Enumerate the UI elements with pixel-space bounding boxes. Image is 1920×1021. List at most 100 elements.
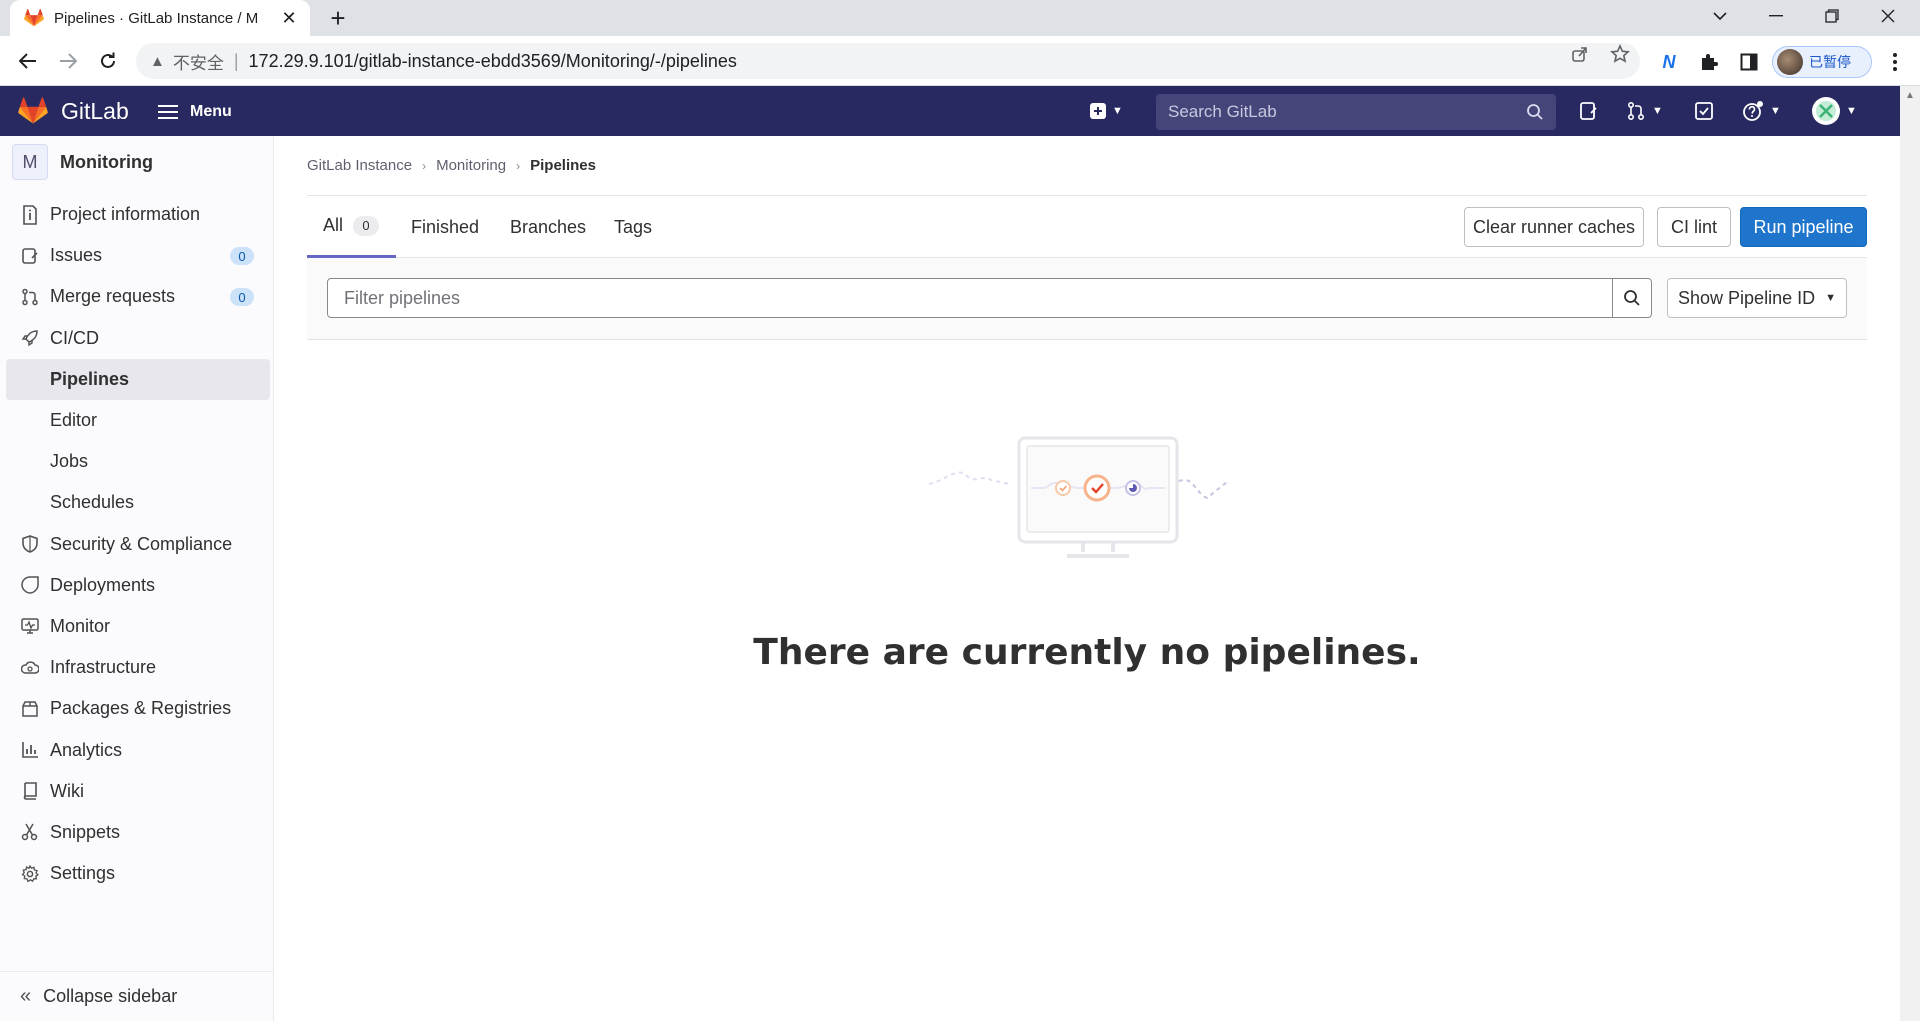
browser-menu-icon[interactable] — [1882, 49, 1908, 75]
help-nav-button[interactable]: ▼ — [1742, 98, 1781, 124]
gitlab-logo-icon[interactable] — [18, 97, 48, 125]
project-header[interactable]: M Monitoring — [12, 144, 153, 180]
reload-icon[interactable] — [92, 45, 124, 77]
sidebar-item-monitor[interactable]: Monitor — [6, 606, 270, 647]
tab-search-icon[interactable] — [1692, 0, 1748, 32]
package-icon — [20, 699, 40, 719]
new-dropdown-button[interactable]: ▼ — [1090, 98, 1123, 124]
sidebar-item-issues[interactable]: Issues 0 — [6, 235, 270, 276]
close-tab-icon[interactable]: ✕ — [278, 7, 300, 29]
sidebar-item-pipelines[interactable]: Pipelines — [6, 358, 270, 400]
sidebar-item-merge-requests[interactable]: Merge requests 0 — [6, 276, 270, 317]
ci-lint-button[interactable]: CI lint — [1657, 207, 1731, 247]
sidebar-item-ci-cd[interactable]: CI/CD — [6, 318, 270, 359]
new-tab-button[interactable]: + — [324, 5, 352, 33]
chevron-down-icon: ▼ — [1652, 105, 1663, 117]
chevron-down-icon: ▼ — [1825, 292, 1836, 304]
sidebar-item-editor[interactable]: Editor — [6, 400, 270, 441]
sidebar-item-deployments[interactable]: Deployments — [6, 565, 270, 606]
scroll-up-arrow-icon[interactable]: ▲ — [1905, 90, 1915, 101]
empty-state: There are currently no pipelines. — [307, 432, 1867, 673]
bookmark-star-icon[interactable] — [1608, 44, 1632, 64]
search-icon — [1624, 290, 1640, 306]
chevron-right-icon: › — [422, 158, 427, 173]
book-icon — [20, 781, 40, 801]
breadcrumb-gitlab-instance[interactable]: GitLab Instance — [307, 157, 412, 174]
filter-pipelines-input[interactable] — [344, 287, 1612, 309]
url-text: 172.29.9.101/gitlab-instance-ebdd3569/Mo… — [248, 50, 737, 71]
pipeline-tabs: All 0 Finished Branches Tags Clear runne… — [307, 196, 1867, 258]
project-avatar: M — [12, 144, 48, 180]
shield-icon — [20, 534, 40, 554]
sidebar-item-settings[interactable]: Settings — [6, 853, 270, 894]
filter-search-button[interactable] — [1612, 278, 1652, 318]
tab-all-count: 0 — [353, 215, 380, 236]
sidebar-nav: Project information Issues 0 Merge reque… — [6, 194, 270, 894]
merge-requests-nav-button[interactable]: ▼ — [1626, 98, 1663, 124]
sidebar-item-infrastructure[interactable]: Infrastructure — [6, 647, 270, 688]
breadcrumb-monitoring[interactable]: Monitoring — [436, 157, 506, 174]
sidebar-item-project-information[interactable]: Project information — [6, 194, 270, 235]
gitlab-brand[interactable]: GitLab — [61, 98, 129, 125]
global-search[interactable] — [1156, 94, 1556, 130]
sidebar-item-wiki[interactable]: Wiki — [6, 771, 270, 812]
filter-pipelines-box[interactable] — [327, 278, 1613, 318]
browser-tabstrip: Pipelines · GitLab Instance / M ✕ + — [0, 0, 1920, 36]
restore-window-icon[interactable] — [1804, 0, 1860, 32]
tab-tags[interactable]: Tags — [614, 196, 652, 258]
todos-nav-button[interactable] — [1694, 98, 1714, 124]
merge-request-icon — [20, 287, 40, 307]
forward-arrow-icon[interactable] — [52, 45, 84, 77]
minimize-window-icon[interactable] — [1748, 0, 1804, 32]
sidebar-item-security-compliance[interactable]: Security & Compliance — [6, 524, 270, 565]
gitlab-favicon-icon — [24, 8, 44, 27]
run-pipeline-button[interactable]: Run pipeline — [1740, 207, 1867, 247]
deployments-icon — [20, 575, 40, 595]
show-pipeline-id-dropdown[interactable]: Show Pipeline ID ▼ — [1667, 278, 1847, 318]
main-content: GitLab Instance › Monitoring › Pipelines… — [307, 136, 1867, 673]
tab-finished[interactable]: Finished — [411, 196, 479, 258]
extension-n-icon[interactable]: N — [1656, 49, 1682, 75]
sidebar-item-snippets[interactable]: Snippets — [6, 812, 270, 853]
empty-pipelines-illustration — [928, 436, 1228, 558]
tab-all[interactable]: All 0 — [307, 196, 396, 258]
scissors-icon — [20, 822, 40, 842]
issues-icon — [1580, 102, 1597, 120]
menu-label: Menu — [190, 103, 232, 120]
collapse-sidebar-button[interactable]: « Collapse sidebar — [0, 971, 274, 1021]
menu-button[interactable]: Menu — [158, 101, 232, 123]
sidebar-item-schedules[interactable]: Schedules — [6, 482, 270, 523]
user-avatar-icon — [1812, 97, 1840, 125]
sidebar-item-analytics[interactable]: Analytics — [6, 729, 270, 770]
issues-nav-button[interactable] — [1578, 98, 1598, 124]
rocket-icon — [20, 328, 40, 348]
page-scrollbar[interactable]: ▲ — [1900, 86, 1920, 1021]
browser-tab-title: Pipelines · GitLab Instance / M — [54, 9, 259, 27]
settings-gear-icon — [20, 864, 40, 884]
side-panel-icon[interactable] — [1736, 49, 1762, 75]
profile-chip[interactable]: 已暂停 — [1772, 46, 1872, 78]
user-menu-button[interactable]: ▼ — [1812, 97, 1857, 125]
merge-request-icon — [1627, 101, 1645, 121]
sidebar-item-jobs[interactable]: Jobs — [6, 441, 270, 482]
address-bar[interactable]: ▲ 不安全 | 172.29.9.101/gitlab-instance-ebd… — [136, 43, 1640, 79]
profile-avatar — [1777, 49, 1803, 75]
close-window-icon[interactable] — [1860, 0, 1916, 32]
back-arrow-icon[interactable] — [12, 45, 44, 77]
chevron-down-icon: ▼ — [1846, 105, 1857, 117]
issues-count-badge: 0 — [230, 247, 254, 266]
tab-branches[interactable]: Branches — [510, 196, 586, 258]
filter-bar: Show Pipeline ID ▼ — [307, 258, 1867, 340]
hamburger-icon — [158, 101, 178, 123]
merge-requests-count-badge: 0 — [230, 288, 254, 307]
gitlab-top-bar: GitLab Menu ▼ ▼ ▼ ▼ — [0, 86, 1900, 136]
breadcrumb-pipelines[interactable]: Pipelines — [530, 157, 596, 174]
search-input[interactable] — [1168, 102, 1526, 122]
clear-runner-caches-button[interactable]: Clear runner caches — [1464, 207, 1644, 247]
browser-tab[interactable]: Pipelines · GitLab Instance / M ✕ — [10, 0, 310, 36]
extensions-puzzle-icon[interactable] — [1696, 49, 1722, 75]
sidebar-item-packages-registries[interactable]: Packages & Registries — [6, 688, 270, 729]
browser-toolbar: ▲ 不安全 | 172.29.9.101/gitlab-instance-ebd… — [0, 36, 1920, 86]
warning-triangle-icon: ▲ — [150, 52, 165, 70]
share-icon[interactable] — [1568, 44, 1592, 64]
